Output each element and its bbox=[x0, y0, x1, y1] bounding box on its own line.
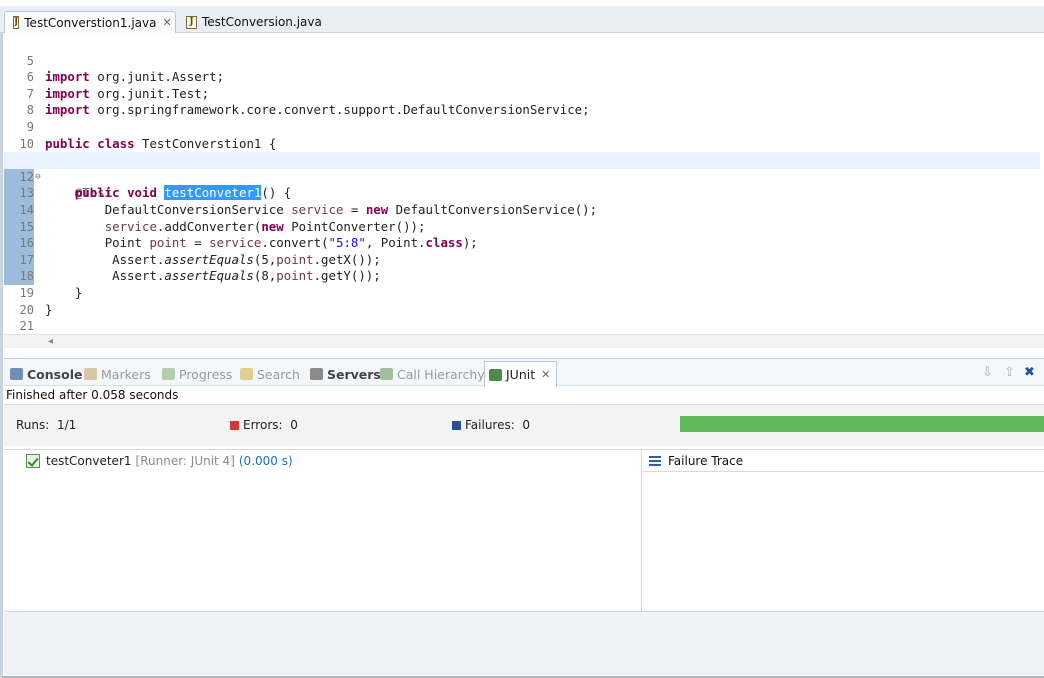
failures-only-icon[interactable]: ✖ bbox=[1024, 365, 1035, 380]
close-icon[interactable]: ✕ bbox=[162, 16, 171, 29]
test-name: testConveter1 bbox=[46, 454, 132, 468]
errors-counter: Errors: 0 bbox=[230, 418, 298, 432]
empty-area bbox=[4, 611, 1044, 675]
code-line: 20 bbox=[4, 285, 1040, 317]
editor-tab-bar: J TestConverstion1.java ✕ J TestConversi… bbox=[0, 6, 1044, 33]
errors-value: 0 bbox=[290, 418, 298, 432]
search-icon bbox=[240, 368, 253, 380]
failure-icon bbox=[452, 421, 461, 430]
junit-status: Finished after 0.058 seconds bbox=[6, 388, 179, 402]
code-line: 13 DefaultConversionService service = ne… bbox=[4, 169, 1040, 217]
runs-counter: Runs: 1/1 bbox=[16, 418, 76, 432]
code-line: 5 import org.junit.Assert; bbox=[4, 36, 1040, 85]
tab-label: JUnit bbox=[506, 367, 536, 382]
code-line: 7 import org.springframework.core.conver… bbox=[4, 69, 1040, 118]
tab-console[interactable]: Console bbox=[10, 365, 82, 383]
test-tree[interactable]: testConveter1 [Runner: JUnit 4] (0.000 s… bbox=[4, 449, 642, 611]
tab-testconverstion1[interactable]: J TestConverstion1.java ✕ bbox=[4, 11, 176, 33]
window-left-border bbox=[0, 6, 3, 678]
code-line: 18 } bbox=[4, 252, 1040, 300]
code-line: 10 bbox=[4, 119, 1040, 151]
test-duration: (0.000 s) bbox=[238, 454, 293, 468]
servers-icon bbox=[310, 368, 323, 380]
horizontal-scrollbar[interactable]: ◂ bbox=[4, 334, 1044, 348]
tab-search[interactable]: Search bbox=[240, 365, 300, 383]
tab-label: Progress bbox=[179, 366, 233, 382]
tab-call-hierarchy[interactable]: Call Hierarchy bbox=[380, 365, 485, 383]
tab-label: TestConversion.java bbox=[202, 15, 322, 29]
progress-fill bbox=[680, 416, 1044, 432]
errors-label: Errors: bbox=[243, 418, 283, 432]
tab-junit[interactable]: JUnit ✕ bbox=[484, 361, 558, 387]
code-editor[interactable]: 5 import org.junit.Assert; 6 import org.… bbox=[4, 34, 1044, 350]
code-line: 19 } bbox=[4, 268, 1040, 317]
junit-counters: Runs: 1/1 Errors: 0 Failures: 0 bbox=[4, 404, 1044, 446]
tab-label: Servers bbox=[327, 366, 381, 382]
scroll-left-icon[interactable]: ◂ bbox=[48, 335, 53, 348]
previous-failure-icon[interactable]: ⇧ bbox=[1004, 365, 1015, 380]
code-line: 14 service.addConverter(new PointConvert… bbox=[4, 185, 1040, 234]
failure-trace-pane: Failure Trace bbox=[643, 449, 1044, 611]
code-line: 9 public class TestConverstion1 { bbox=[4, 102, 1040, 151]
code-line: 16 Assert.assertEquals(5,point.getX()); bbox=[4, 219, 1040, 267]
java-file-icon: J bbox=[186, 15, 197, 29]
runs-value: 1/1 bbox=[56, 418, 77, 432]
call-hierarchy-icon bbox=[380, 368, 393, 380]
tab-label: Call Hierarchy bbox=[397, 366, 485, 382]
runs-label: Runs: bbox=[16, 418, 50, 432]
tab-markers[interactable]: Markers bbox=[84, 365, 151, 383]
code-line: 15 Point point = service.convert("5:8", … bbox=[4, 202, 1040, 250]
tab-servers[interactable]: Servers bbox=[310, 365, 381, 383]
junit-icon bbox=[489, 368, 502, 381]
runner-info: [Runner: JUnit 4] bbox=[135, 454, 235, 468]
tab-testconversion[interactable]: J TestConversion.java bbox=[178, 11, 328, 33]
failure-trace-header: Failure Trace bbox=[643, 450, 1044, 472]
test-tree-item[interactable]: testConveter1 [Runner: JUnit 4] (0.000 s… bbox=[26, 454, 293, 468]
code-line: 8 bbox=[4, 86, 1040, 117]
code-line: 22 bbox=[4, 318, 1040, 350]
console-icon bbox=[10, 368, 23, 380]
view-tab-bar: Console Markers Progress Search Servers … bbox=[4, 358, 1044, 387]
code-line: 21 bbox=[4, 302, 1040, 333]
failure-trace-label: Failure Trace bbox=[668, 453, 744, 468]
test-progress-bar bbox=[680, 416, 1044, 432]
next-failure-icon[interactable]: ⇩ bbox=[982, 365, 993, 380]
tab-label: Search bbox=[257, 366, 300, 382]
progress-icon bbox=[162, 368, 175, 380]
error-icon bbox=[230, 421, 239, 430]
java-file-icon: J bbox=[13, 16, 20, 29]
stack-trace-icon bbox=[649, 455, 661, 466]
close-icon[interactable]: ✕ bbox=[541, 368, 550, 381]
tab-label: Markers bbox=[101, 366, 151, 382]
test-passed-icon bbox=[26, 454, 40, 468]
failures-counter: Failures: 0 bbox=[452, 418, 530, 432]
code-line: 17 Assert.assertEquals(8,point.getY()); bbox=[4, 235, 1040, 283]
markers-icon bbox=[84, 368, 97, 380]
failures-value: 0 bbox=[522, 418, 531, 432]
code-line: 6 import org.junit.Test; bbox=[4, 53, 1040, 101]
code-line: 11 ⊖ @Test bbox=[4, 136, 1040, 200]
tab-label: TestConverstion1.java bbox=[24, 15, 157, 30]
code-line-current: 12 public void testConveter1() { bbox=[4, 152, 1040, 201]
tab-progress[interactable]: Progress bbox=[162, 365, 232, 383]
failures-label: Failures: bbox=[465, 418, 515, 432]
tab-label: Console bbox=[27, 366, 83, 382]
